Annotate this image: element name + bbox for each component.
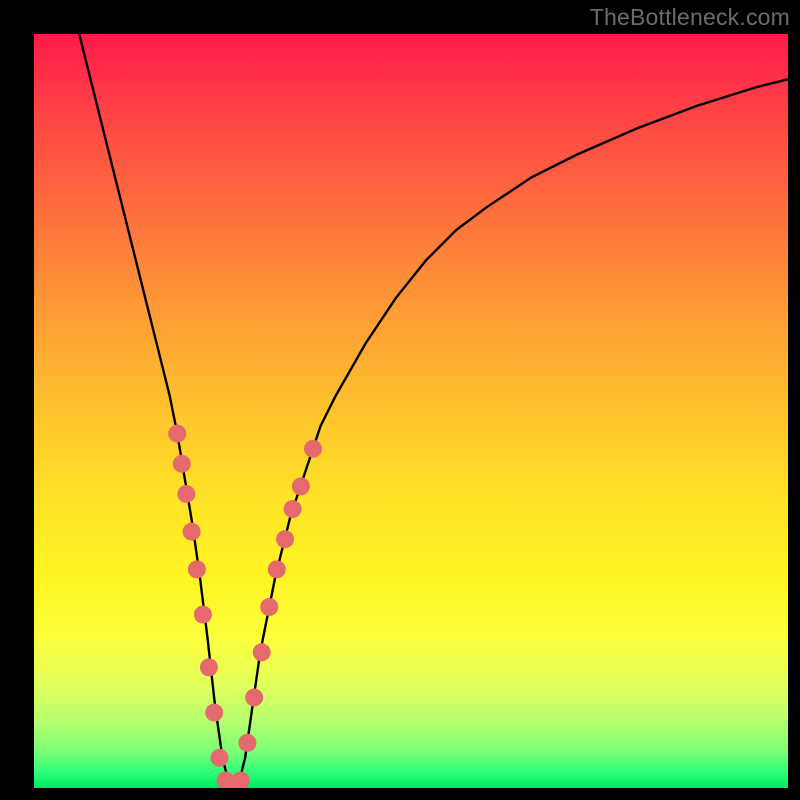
data-marker (183, 523, 201, 541)
data-marker (168, 425, 186, 443)
data-marker (188, 560, 206, 578)
chart-frame: TheBottleneck.com (0, 0, 800, 800)
bottleneck-curve (79, 34, 788, 788)
data-marker (292, 477, 310, 495)
data-marker (268, 560, 286, 578)
plot-area (34, 34, 788, 788)
data-marker (276, 530, 294, 548)
chart-overlay (34, 34, 788, 788)
data-marker (173, 455, 191, 473)
data-marker (200, 658, 218, 676)
data-marker (245, 689, 263, 707)
data-marker (194, 606, 212, 624)
data-marker (205, 704, 223, 722)
data-marker (210, 749, 228, 767)
data-marker (238, 734, 256, 752)
data-marker (260, 598, 278, 616)
data-marker (284, 500, 302, 518)
watermark-text: TheBottleneck.com (590, 4, 790, 31)
data-marker (177, 485, 195, 503)
data-marker (253, 643, 271, 661)
data-markers (168, 425, 322, 788)
data-marker (232, 771, 250, 788)
data-marker (304, 440, 322, 458)
